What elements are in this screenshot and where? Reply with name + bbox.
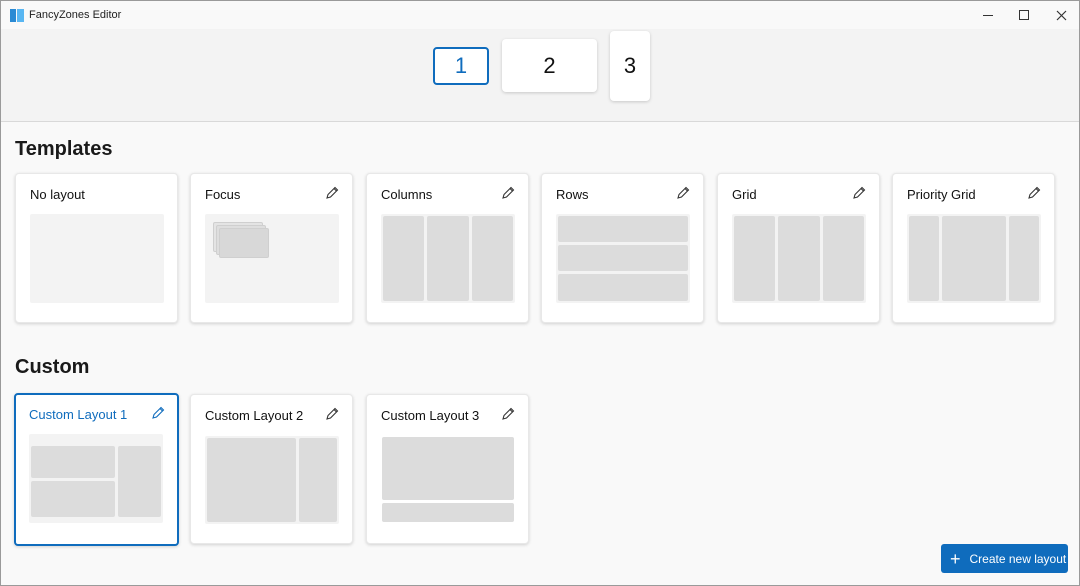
- pencil-icon[interactable]: [675, 185, 691, 201]
- zone: [382, 437, 514, 500]
- pencil-icon[interactable]: [851, 185, 867, 201]
- card-title: Custom Layout 1: [29, 407, 128, 422]
- fancyzones-editor-window: FancyZones Editor 1 2 3 Templates No lay…: [0, 0, 1080, 586]
- layout-preview: [381, 214, 515, 303]
- zone: [382, 503, 514, 522]
- monitor-2[interactable]: 2: [502, 39, 597, 92]
- zone: [734, 216, 775, 301]
- zone: [207, 438, 296, 522]
- minimize-button[interactable]: [969, 1, 1007, 29]
- create-new-layout-label: Create new layout: [969, 551, 1067, 566]
- zone: [219, 228, 269, 258]
- zone: [1009, 216, 1039, 301]
- card-title: Custom Layout 2: [205, 408, 304, 423]
- zone: [118, 446, 161, 517]
- pencil-icon[interactable]: [150, 405, 166, 421]
- monitor-3[interactable]: 3: [610, 31, 650, 101]
- maximize-button[interactable]: [1005, 1, 1043, 29]
- layout-preview: [205, 436, 339, 524]
- pencil-icon[interactable]: [324, 185, 340, 201]
- custom-card-layout-2[interactable]: Custom Layout 2: [190, 394, 353, 544]
- zone: [558, 216, 688, 242]
- layout-preview: [205, 214, 339, 303]
- zone: [472, 216, 513, 301]
- template-card-priority-grid[interactable]: Priority Grid: [892, 173, 1055, 323]
- create-new-layout-button[interactable]: + Create new layout: [941, 544, 1068, 573]
- plus-icon: +: [950, 548, 961, 569]
- zone: [558, 245, 688, 271]
- zone: [942, 216, 1006, 301]
- card-title: Grid: [732, 187, 757, 202]
- zone: [558, 274, 688, 301]
- minimize-icon: [983, 14, 993, 16]
- card-title: Rows: [556, 187, 589, 202]
- custom-card-layout-1[interactable]: Custom Layout 1: [14, 393, 179, 546]
- fancyzones-app-icon: [10, 9, 24, 22]
- close-icon: [1056, 10, 1066, 20]
- pencil-icon[interactable]: [324, 406, 340, 422]
- maximize-icon: [1019, 10, 1029, 20]
- layout-preview: [732, 214, 866, 303]
- monitor-1[interactable]: 1: [433, 47, 489, 85]
- layout-preview: [29, 434, 163, 523]
- card-title: Priority Grid: [907, 187, 976, 202]
- zone: [427, 216, 469, 301]
- pencil-icon[interactable]: [1026, 185, 1042, 201]
- template-card-rows[interactable]: Rows: [541, 173, 704, 323]
- card-title: Custom Layout 3: [381, 408, 480, 423]
- templates-heading: Templates: [15, 138, 113, 160]
- zone: [823, 216, 864, 301]
- zone: [31, 446, 115, 478]
- zone: [31, 481, 115, 517]
- zone: [909, 216, 939, 301]
- template-card-columns[interactable]: Columns: [366, 173, 529, 323]
- card-title: Columns: [381, 187, 433, 202]
- template-card-focus[interactable]: Focus: [190, 173, 353, 323]
- card-title: No layout: [30, 187, 85, 202]
- title-bar: FancyZones Editor: [1, 1, 1079, 29]
- zone: [383, 216, 424, 301]
- template-card-grid[interactable]: Grid: [717, 173, 880, 323]
- window-title: FancyZones Editor: [29, 9, 122, 21]
- zone: [778, 216, 820, 301]
- zone: [299, 438, 337, 522]
- close-button[interactable]: [1042, 1, 1079, 29]
- custom-card-layout-3[interactable]: Custom Layout 3: [366, 394, 529, 544]
- template-card-no-layout[interactable]: No layout: [15, 173, 178, 323]
- pencil-icon[interactable]: [500, 185, 516, 201]
- card-title: Focus: [205, 187, 241, 202]
- pencil-icon[interactable]: [500, 406, 516, 422]
- layout-preview: [30, 214, 164, 303]
- monitor-selector: 1 2 3: [1, 29, 1079, 122]
- layout-preview: [907, 214, 1041, 303]
- custom-heading: Custom: [15, 356, 90, 378]
- layout-preview: [556, 214, 690, 303]
- layout-preview: [381, 436, 515, 524]
